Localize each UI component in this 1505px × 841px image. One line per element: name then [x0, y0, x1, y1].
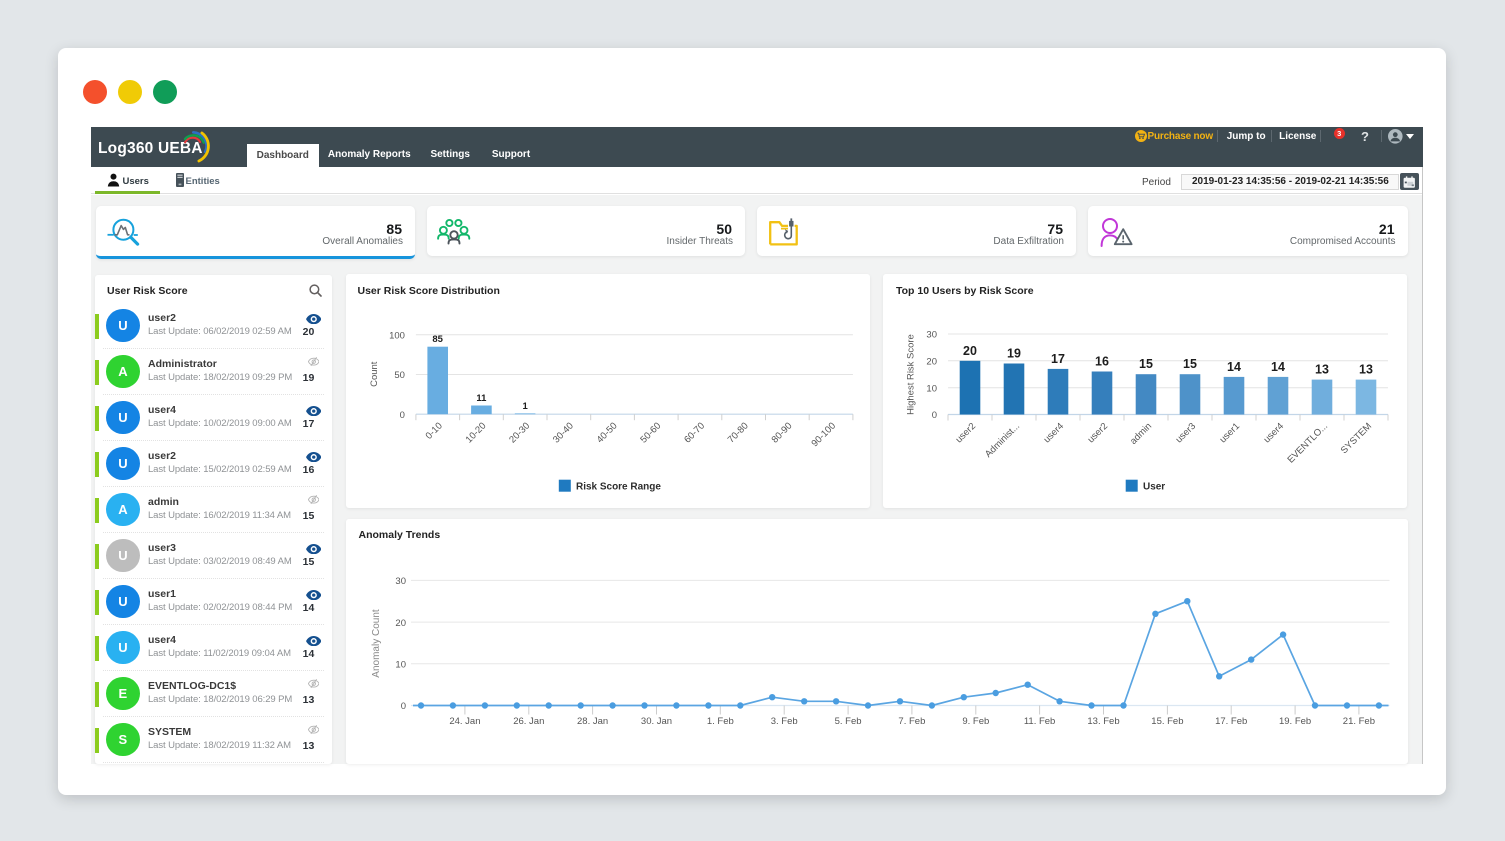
svg-text:70-80: 70-80 [726, 421, 751, 446]
svg-text:13: 13 [1359, 363, 1373, 377]
svg-text:24. Jan: 24. Jan [449, 716, 480, 727]
svg-text:85: 85 [432, 334, 443, 345]
svg-text:0: 0 [400, 701, 405, 712]
svg-text:17. Feb: 17. Feb [1215, 716, 1247, 727]
svg-text:14: 14 [1227, 360, 1241, 374]
svg-text:11. Feb: 11. Feb [1023, 716, 1055, 727]
svg-text:user4: user4 [1262, 421, 1287, 446]
svg-text:user4: user4 [1042, 421, 1067, 446]
svg-text:26. Jan: 26. Jan [513, 716, 544, 727]
svg-text:SYSTEM: SYSTEM [1339, 421, 1374, 456]
svg-text:user2: user2 [1086, 421, 1111, 446]
svg-text:Anomaly Count: Anomaly Count [371, 609, 382, 678]
svg-text:30. Jan: 30. Jan [640, 716, 671, 727]
svg-text:20-30: 20-30 [507, 421, 532, 446]
svg-text:user2: user2 [954, 421, 979, 446]
svg-text:11: 11 [476, 393, 487, 404]
svg-text:30-40: 30-40 [551, 421, 576, 446]
svg-text:0: 0 [932, 410, 937, 421]
svg-text:28. Jan: 28. Jan [577, 716, 608, 727]
svg-text:100: 100 [389, 330, 405, 341]
svg-text:20: 20 [926, 356, 937, 367]
svg-text:10: 10 [395, 660, 406, 671]
svg-text:60-70: 60-70 [682, 421, 707, 446]
svg-text:10: 10 [926, 383, 937, 394]
svg-text:15. Feb: 15. Feb [1151, 716, 1183, 727]
svg-text:15: 15 [1183, 357, 1197, 371]
svg-text:14: 14 [1271, 360, 1285, 374]
svg-text:10-20: 10-20 [464, 421, 489, 446]
svg-text:20: 20 [963, 344, 977, 358]
svg-text:5. Feb: 5. Feb [834, 716, 861, 727]
svg-text:3. Feb: 3. Feb [770, 716, 797, 727]
svg-text:20: 20 [395, 618, 406, 629]
svg-text:80-90: 80-90 [770, 421, 795, 446]
svg-text:19. Feb: 19. Feb [1278, 716, 1310, 727]
svg-text:User: User [1143, 481, 1165, 492]
svg-text:90-100: 90-100 [809, 421, 838, 450]
svg-text:Administ...: Administ... [983, 421, 1022, 460]
svg-text:16: 16 [1095, 354, 1109, 368]
svg-text:user3: user3 [1174, 421, 1199, 446]
svg-text:EVENTLO...: EVENTLO... [1285, 421, 1330, 466]
svg-text:21. Feb: 21. Feb [1342, 716, 1374, 727]
svg-text:13. Feb: 13. Feb [1087, 716, 1119, 727]
svg-text:50: 50 [394, 370, 405, 381]
svg-text:1: 1 [522, 401, 528, 412]
svg-text:Risk Score Range: Risk Score Range [576, 481, 661, 492]
svg-text:admin: admin [1128, 421, 1154, 447]
svg-text:17: 17 [1051, 352, 1065, 366]
svg-text:0-10: 0-10 [424, 421, 445, 442]
svg-text:30: 30 [395, 576, 406, 587]
svg-text:40-50: 40-50 [595, 421, 620, 446]
svg-text:50-60: 50-60 [638, 421, 663, 446]
svg-text:Count: Count [369, 361, 380, 387]
svg-text:0: 0 [400, 410, 405, 421]
svg-text:30: 30 [926, 330, 937, 341]
svg-text:7. Feb: 7. Feb [898, 716, 925, 727]
svg-text:user1: user1 [1218, 421, 1243, 446]
svg-text:Highest Risk Score: Highest Risk Score [906, 334, 917, 415]
svg-text:15: 15 [1139, 357, 1153, 371]
svg-text:1. Feb: 1. Feb [706, 716, 733, 727]
svg-text:9. Feb: 9. Feb [962, 716, 989, 727]
svg-text:19: 19 [1007, 346, 1021, 360]
svg-text:13: 13 [1315, 363, 1329, 377]
